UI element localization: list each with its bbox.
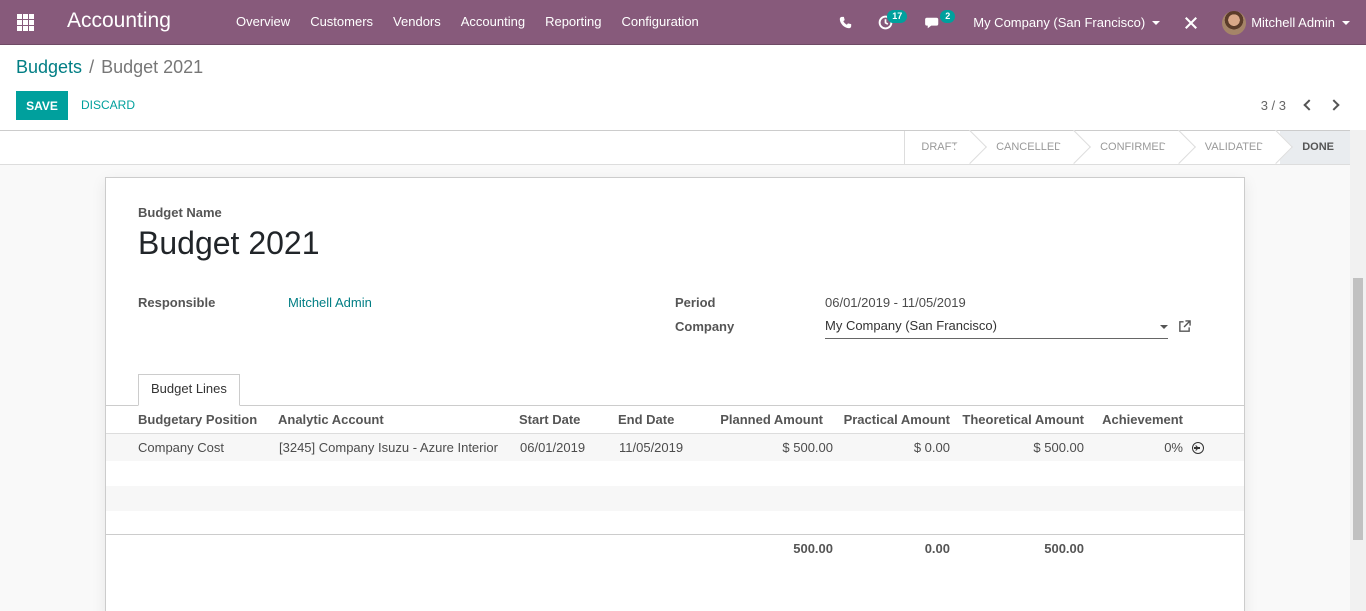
column-header-planned-amount[interactable]: Planned Amount	[720, 412, 823, 427]
budget-name[interactable]: Budget 2021	[138, 225, 320, 262]
main-navbar: Accounting Overview Customers Vendors Ac…	[0, 0, 1366, 45]
column-header-practical-amount[interactable]: Practical Amount	[844, 412, 950, 427]
pager-value[interactable]: 3 / 3	[1261, 98, 1286, 113]
budget-name-label: Budget Name	[138, 205, 222, 220]
stage-pipeline: DRAFT CANCELLED CONFIRMED VALIDATED DONE	[904, 131, 1366, 164]
chevron-down-icon	[1160, 325, 1168, 329]
company-switcher-label: My Company (San Francisco)	[973, 15, 1146, 30]
menu-vendors[interactable]: Vendors	[383, 0, 451, 45]
messages-icon[interactable]: 2	[915, 0, 956, 45]
company-select[interactable]: My Company (San Francisco)	[825, 318, 1168, 339]
stage-draft[interactable]: DRAFT	[905, 131, 974, 164]
company-switcher[interactable]: My Company (San Francisco)	[961, 15, 1174, 30]
menu-reporting[interactable]: Reporting	[535, 0, 611, 45]
budget-lines-table: Budgetary Position Analytic Account Star…	[106, 406, 1244, 536]
breadcrumb-budgets-link[interactable]: Budgets	[16, 57, 82, 78]
form-sheet: Budget Name Budget 2021 Responsible Mitc…	[105, 177, 1245, 611]
breadcrumb-separator: /	[89, 57, 95, 77]
menu-overview[interactable]: Overview	[226, 0, 300, 45]
empty-row	[106, 461, 1244, 486]
cell-end-date: 11/05/2019	[619, 440, 684, 455]
pager-next-button[interactable]	[1328, 98, 1342, 112]
systray: 17 2 My Company (San Francisco) Mitchell…	[829, 0, 1366, 45]
apps-menu-icon[interactable]	[17, 14, 34, 31]
discard-button[interactable]: DISCARD	[81, 91, 135, 120]
tab-budget-lines[interactable]: Budget Lines	[138, 374, 240, 406]
period-label: Period	[675, 295, 716, 310]
chevron-right-icon	[1328, 99, 1340, 111]
stage-confirmed[interactable]: CONFIRMED	[1078, 131, 1183, 164]
chevron-left-icon	[1303, 99, 1315, 111]
stage-cancelled[interactable]: CANCELLED	[974, 131, 1078, 164]
empty-row	[106, 511, 1244, 536]
external-link-icon[interactable]	[1178, 320, 1191, 333]
pager-previous-button[interactable]	[1302, 98, 1315, 112]
activity-clock-icon[interactable]: 17	[868, 0, 908, 45]
app-name[interactable]: Accounting	[67, 9, 171, 33]
activity-count-badge: 17	[887, 10, 908, 23]
stage-validated[interactable]: VALIDATED	[1183, 131, 1281, 164]
empty-row	[106, 486, 1244, 511]
avatar	[1222, 10, 1247, 35]
cell-planned-amount: $ 500.00	[782, 440, 833, 455]
responsible-label: Responsible	[138, 295, 216, 310]
period-value: 06/01/2019 - 11/05/2019	[825, 295, 966, 310]
total-theoretical-amount: 500.00	[1044, 541, 1084, 556]
table-row[interactable]: Company Cost [3245] Company Isuzu - Azur…	[106, 434, 1244, 461]
column-header-end-date[interactable]: End Date	[618, 412, 674, 427]
user-menu[interactable]: Mitchell Admin	[1208, 10, 1366, 35]
column-header-budgetary-position[interactable]: Budgetary Position	[138, 412, 257, 427]
top-menu: Overview Customers Vendors Accounting Re…	[226, 0, 709, 45]
total-practical-amount: 0.00	[924, 541, 950, 556]
breadcrumb: Budgets / Budget 2021	[16, 57, 203, 78]
menu-accounting[interactable]: Accounting	[451, 0, 535, 45]
scrollbar[interactable]	[1350, 130, 1366, 611]
company-label: Company	[675, 319, 735, 334]
cell-budgetary-position: Company Cost	[138, 440, 224, 455]
menu-configuration[interactable]: Configuration	[611, 0, 708, 45]
column-header-analytic-account[interactable]: Analytic Account	[278, 412, 384, 427]
cell-practical-amount: $ 0.00	[913, 440, 950, 455]
phone-icon[interactable]	[829, 0, 862, 45]
cell-start-date: 06/01/2019	[520, 440, 586, 455]
debug-tools-icon[interactable]	[1174, 0, 1208, 45]
save-button[interactable]: SAVE	[16, 91, 68, 120]
scrollbar-thumb[interactable]	[1353, 278, 1363, 540]
cell-analytic-account: [3245] Company Isuzu - Azure Interior	[279, 440, 498, 455]
messages-count-badge: 2	[940, 10, 956, 23]
breadcrumb-current: Budget 2021	[101, 57, 204, 77]
column-header-start-date[interactable]: Start Date	[519, 412, 580, 427]
table-footer-totals: 500.00 0.00 500.00	[106, 534, 1244, 562]
menu-customers[interactable]: Customers	[300, 0, 383, 45]
user-name: Mitchell Admin	[1251, 15, 1335, 30]
cell-achievement: 0%	[1164, 440, 1183, 455]
column-header-achievement[interactable]: Achievement	[1102, 412, 1183, 427]
open-line-arrow-icon[interactable]	[1192, 442, 1204, 454]
responsible-link[interactable]: Mitchell Admin	[288, 295, 372, 310]
cell-theoretical-amount: $ 500.00	[1033, 440, 1084, 455]
chevron-down-icon	[1342, 20, 1350, 25]
column-header-theoretical-amount[interactable]: Theoretical Amount	[962, 412, 1084, 427]
chevron-down-icon	[1152, 20, 1161, 25]
table-header: Budgetary Position Analytic Account Star…	[106, 406, 1244, 434]
company-select-value: My Company (San Francisco)	[825, 318, 997, 333]
statusbar: DRAFT CANCELLED CONFIRMED VALIDATED DONE	[0, 130, 1366, 165]
total-planned-amount: 500.00	[793, 541, 833, 556]
